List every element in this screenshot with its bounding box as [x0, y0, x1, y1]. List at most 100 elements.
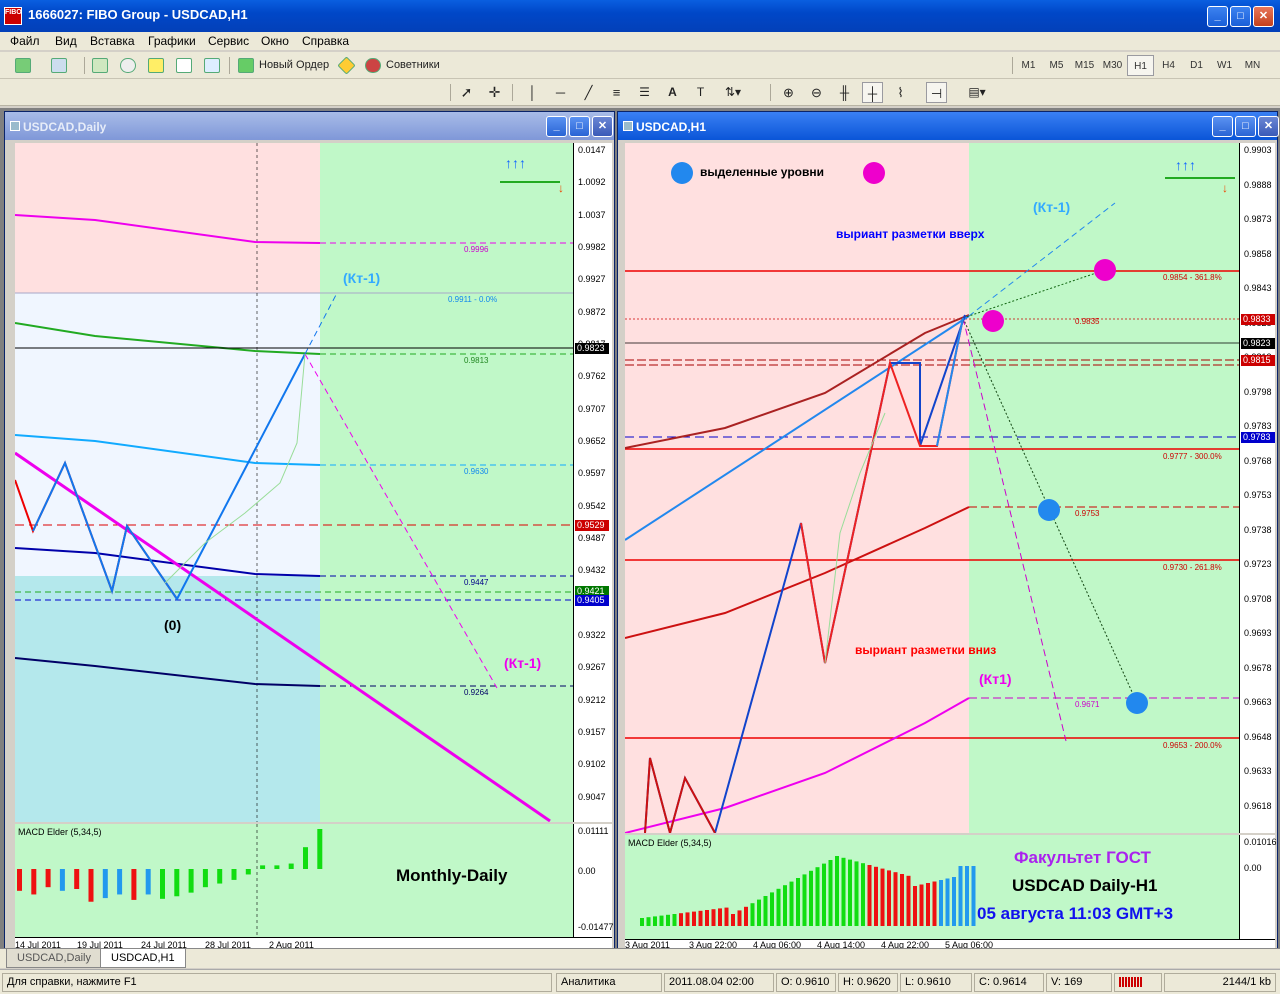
h1-maximize-button[interactable]: □: [1235, 116, 1256, 137]
menu-insert[interactable]: Вставка: [90, 34, 135, 48]
status-datetime: 2011.08.04 02:00: [664, 973, 774, 992]
fibo-icon: ☰: [639, 85, 650, 99]
chart-window-h1[interactable]: USDCAD,H1 _ □ ✕ выделенные уровни (Кт-1)…: [617, 111, 1279, 950]
daily-close-button[interactable]: ✕: [592, 116, 613, 137]
status-close: C: 0.9614: [974, 973, 1044, 992]
h1-minimize-button[interactable]: _: [1212, 116, 1233, 137]
terminal-button[interactable]: [173, 55, 194, 76]
status-open: O: 0.9610: [776, 973, 836, 992]
macd-bar: [202, 869, 208, 888]
new-order-button[interactable]: Новый Ордер: [235, 55, 331, 76]
tf-mn[interactable]: MN: [1239, 55, 1266, 76]
cursor-tool[interactable]: ➚: [456, 82, 477, 103]
macd-bar: [679, 913, 683, 926]
alert-button[interactable]: [336, 55, 357, 76]
arrows-tool[interactable]: ⇅▾: [718, 82, 748, 103]
macd-bar: [274, 865, 280, 869]
trendline-icon: ╱: [584, 85, 593, 100]
zoom-out-button[interactable]: ⊖: [806, 82, 827, 103]
daily-price-plot[interactable]: ↑↑↑ ↓ 0.9996 0.9911 - 0.0% 0.9813 0.9630…: [15, 143, 573, 822]
templates-icon: ▤▾: [968, 85, 986, 99]
tab-usdcad-h1[interactable]: USDCAD,H1: [100, 949, 186, 968]
bar-chart-button[interactable]: ╫: [834, 82, 855, 103]
price-label: 1.0092: [578, 177, 606, 188]
warning-diamond-icon: [337, 56, 356, 75]
price-label: 0.9843: [1244, 283, 1272, 293]
macd-title: MACD Elder (5,34,5): [18, 827, 102, 837]
navigator-button[interactable]: [117, 55, 138, 76]
profiles-button[interactable]: [48, 55, 78, 76]
horizontal-line-tool[interactable]: ─: [550, 82, 571, 103]
macd-bar: [893, 872, 898, 926]
navigator-icon: [120, 58, 136, 73]
price-label: 0.9487: [578, 533, 606, 543]
zoom-in-button[interactable]: ⊕: [778, 82, 799, 103]
channel-icon: ≡: [612, 85, 621, 100]
vertical-line-tool[interactable]: │: [522, 82, 543, 103]
connection-bars-icon: [1114, 973, 1162, 992]
tab-usdcad-daily[interactable]: USDCAD,Daily: [6, 949, 102, 968]
close-button[interactable]: ✕: [1253, 6, 1274, 27]
level-label: 0.9753: [1075, 509, 1100, 518]
chart-window-daily[interactable]: USDCAD,Daily _ □ ✕ ↑↑↑ ↓ 0.9996 0.9911 -…: [4, 111, 615, 950]
daily-maximize-button[interactable]: □: [569, 116, 590, 137]
status-profile[interactable]: Аналитика: [556, 973, 662, 992]
price-label: 0.9798: [1244, 386, 1272, 397]
macd-bar: [906, 875, 911, 926]
tf-m15[interactable]: M15: [1071, 55, 1098, 76]
h1-price-plot[interactable]: выделенные уровни (Кт-1) выриант разметк…: [625, 143, 1239, 833]
tf-h1[interactable]: H1: [1127, 55, 1154, 76]
cursor-icon: ➚: [460, 84, 473, 100]
price-tag: 0.9529: [575, 520, 609, 531]
menu-window[interactable]: Окно: [261, 34, 289, 48]
zero-label: (0): [164, 617, 182, 633]
macd-bar: [835, 856, 839, 926]
templates-button[interactable]: ▤▾: [962, 82, 992, 103]
expert-advisors-button[interactable]: Советники: [362, 55, 448, 76]
market-watch-button[interactable]: [89, 55, 110, 76]
candles-icon: ┼: [867, 86, 878, 101]
tf-d1[interactable]: D1: [1183, 55, 1210, 76]
tf-m30[interactable]: M30: [1099, 55, 1126, 76]
price-label: 0.9753: [1244, 490, 1272, 500]
macd-bar: [231, 869, 237, 880]
macd-title: MACD Elder (5,34,5): [628, 838, 712, 848]
macd-axis-label: 0.01016: [1244, 837, 1277, 847]
status-high: H: 0.9620: [838, 973, 898, 992]
tf-w1[interactable]: W1: [1211, 55, 1238, 76]
text-tool[interactable]: A: [662, 82, 683, 103]
candles-button[interactable]: ┼: [862, 82, 883, 103]
price-label: 0.9102: [578, 759, 606, 770]
text-label-tool[interactable]: T: [690, 82, 711, 103]
new-chart-icon: [15, 58, 31, 73]
daily-minimize-button[interactable]: _: [546, 116, 567, 137]
tf-m5[interactable]: M5: [1043, 55, 1070, 76]
favorites-button[interactable]: [145, 55, 166, 76]
menu-file[interactable]: Файл: [10, 34, 40, 48]
tester-button[interactable]: [201, 55, 222, 76]
macd-bar: [887, 870, 891, 926]
bar-chart-icon: ╫: [839, 85, 850, 100]
crosshair-tool[interactable]: ✛: [484, 82, 505, 103]
channel-tool[interactable]: ≡: [606, 82, 627, 103]
menu-view[interactable]: Вид: [55, 34, 77, 48]
chart-window-h1-titlebar[interactable]: USDCAD,H1 _ □ ✕: [618, 112, 1279, 140]
chart-window-daily-titlebar[interactable]: USDCAD,Daily _ □ ✕: [5, 112, 614, 140]
tf-h4[interactable]: H4: [1155, 55, 1182, 76]
menu-charts[interactable]: Графики: [148, 34, 196, 48]
macd-bar: [88, 869, 94, 902]
macd-bar: [932, 881, 937, 926]
fibo-tool[interactable]: ☰: [634, 82, 655, 103]
price-label: 0.9783: [1244, 421, 1272, 431]
chart-icon: [623, 121, 633, 131]
new-chart-button[interactable]: [12, 55, 42, 76]
menu-help[interactable]: Справка: [302, 34, 349, 48]
trendline-tool[interactable]: ╱: [578, 82, 599, 103]
minimize-button[interactable]: _: [1207, 6, 1228, 27]
tf-m1[interactable]: M1: [1015, 55, 1042, 76]
menu-tools[interactable]: Сервис: [208, 34, 249, 48]
line-chart-button[interactable]: ⌇: [890, 82, 911, 103]
autoscroll-button[interactable]: ⊣: [926, 82, 947, 103]
h1-close-button[interactable]: ✕: [1258, 116, 1279, 137]
maximize-button[interactable]: □: [1230, 6, 1251, 27]
